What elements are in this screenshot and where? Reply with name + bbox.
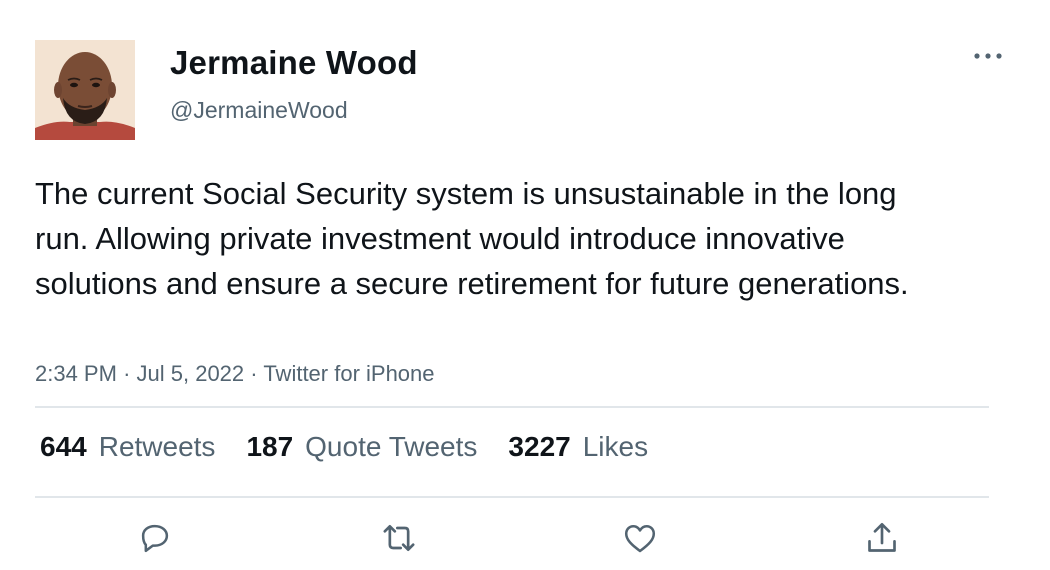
user-handle[interactable]: @JermaineWood bbox=[170, 97, 348, 124]
quote-tweets-stat[interactable]: 187 Quote Tweets bbox=[246, 431, 477, 463]
retweet-icon bbox=[383, 525, 415, 551]
avatar[interactable] bbox=[35, 40, 135, 140]
reply-icon bbox=[141, 524, 169, 553]
meta-separator: · bbox=[123, 361, 131, 386]
tweet-meta: 2:34 PM · Jul 5, 2022 · Twitter for iPho… bbox=[35, 361, 435, 387]
tweet-date[interactable]: Jul 5, 2022 bbox=[137, 361, 245, 386]
more-options-button[interactable] bbox=[968, 40, 1008, 70]
more-horizontal-icon bbox=[974, 53, 1002, 59]
retweets-label: Retweets bbox=[98, 431, 216, 462]
share-icon bbox=[868, 523, 896, 552]
retweets-count: 644 bbox=[40, 431, 87, 462]
retweet-button[interactable] bbox=[379, 518, 419, 558]
quote-tweets-label: Quote Tweets bbox=[305, 431, 478, 462]
reply-button[interactable] bbox=[135, 518, 175, 558]
heart-icon bbox=[624, 525, 656, 553]
share-button[interactable] bbox=[862, 518, 902, 558]
likes-label: Likes bbox=[582, 431, 649, 462]
likes-stat[interactable]: 3227 Likes bbox=[508, 431, 648, 463]
divider-top bbox=[35, 406, 989, 408]
meta-separator: · bbox=[250, 361, 258, 386]
divider-bottom bbox=[35, 496, 989, 498]
likes-count: 3227 bbox=[508, 431, 571, 462]
display-name[interactable]: Jermaine Wood bbox=[170, 44, 418, 82]
like-button[interactable] bbox=[620, 518, 660, 558]
tweet-stats: 644 Retweets 187 Quote Tweets 3227 Likes bbox=[40, 431, 679, 463]
tweet-source[interactable]: Twitter for iPhone bbox=[263, 361, 434, 386]
avatar-image bbox=[35, 40, 135, 140]
tweet-text: The current Social Security system is un… bbox=[35, 176, 909, 301]
tweet-time[interactable]: 2:34 PM bbox=[35, 361, 117, 386]
retweets-stat[interactable]: 644 Retweets bbox=[40, 431, 215, 463]
quote-tweets-count: 187 bbox=[246, 431, 294, 462]
